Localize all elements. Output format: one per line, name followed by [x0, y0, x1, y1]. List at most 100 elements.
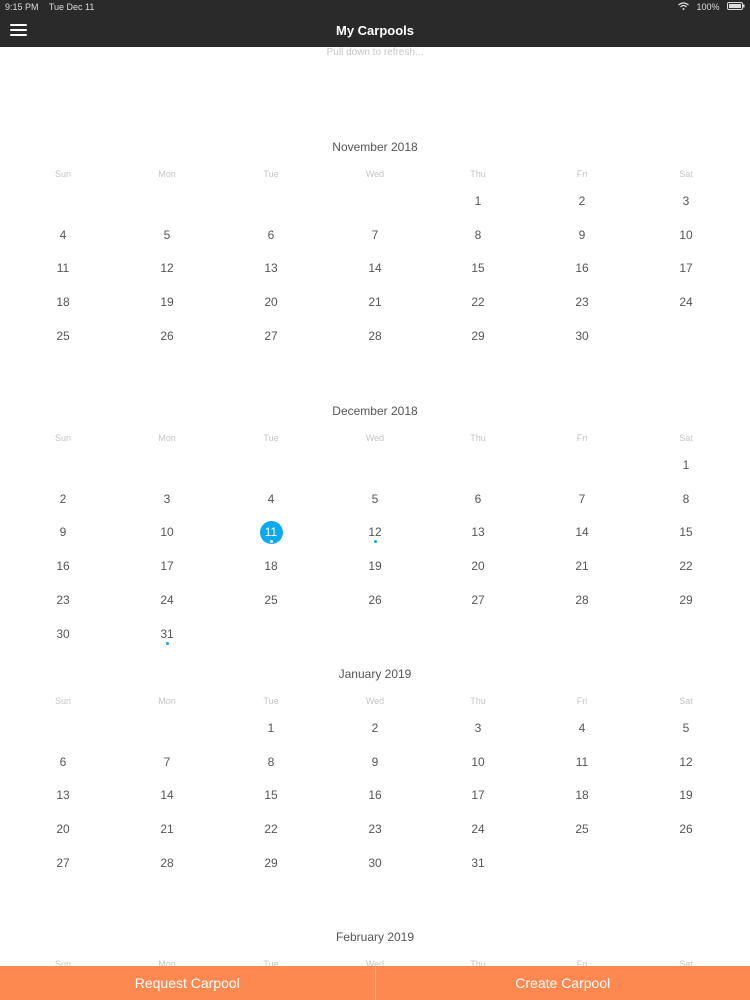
calendar-day[interactable]: 9: [355, 752, 395, 772]
calendar-day[interactable]: 16: [562, 258, 602, 278]
calendar-day[interactable]: 16: [43, 556, 83, 576]
calendar-day[interactable]: 30: [43, 624, 83, 644]
calendar-day[interactable]: 2: [355, 718, 395, 738]
weekday-label: Wed: [365, 433, 385, 443]
calendar-day[interactable]: 29: [251, 853, 291, 873]
weekday-label: Fri: [576, 696, 588, 706]
calendar-day[interactable]: 20: [43, 819, 83, 839]
calendar-day[interactable]: 23: [562, 292, 602, 312]
calendar-day[interactable]: 23: [43, 590, 83, 610]
calendar-day[interactable]: 18: [251, 556, 291, 576]
calendar-day[interactable]: 11: [43, 258, 83, 278]
calendar-day[interactable]: 28: [147, 853, 187, 873]
calendar-day[interactable]: 22: [251, 819, 291, 839]
calendar-day[interactable]: 6: [251, 225, 291, 245]
calendar-day[interactable]: 30: [355, 853, 395, 873]
calendar-day[interactable]: 7: [562, 489, 602, 509]
calendar-day[interactable]: 20: [251, 292, 291, 312]
calendar-day[interactable]: 14: [355, 258, 395, 278]
calendar-day[interactable]: 18: [43, 292, 83, 312]
calendar-day[interactable]: 31: [458, 853, 498, 873]
calendar-day[interactable]: 17: [147, 556, 187, 576]
calendar-day[interactable]: 8: [458, 225, 498, 245]
weekday-label: Tue: [263, 433, 279, 443]
calendar-day[interactable]: 21: [355, 292, 395, 312]
calendar-day[interactable]: 21: [562, 556, 602, 576]
calendar-day[interactable]: 13: [458, 522, 498, 542]
calendar-day[interactable]: 1: [251, 718, 291, 738]
calendar-day[interactable]: 28: [562, 590, 602, 610]
calendar-day[interactable]: 31: [147, 624, 187, 644]
calendar-day[interactable]: 17: [458, 785, 498, 805]
calendar-day[interactable]: 26: [666, 819, 706, 839]
calendar-day[interactable]: 21: [147, 819, 187, 839]
request-carpool-button[interactable]: Request Carpool: [0, 966, 375, 1000]
calendar-day[interactable]: 2: [43, 489, 83, 509]
calendar-day[interactable]: 1: [458, 191, 498, 211]
calendar-day[interactable]: 12: [147, 258, 187, 278]
calendar-day[interactable]: 13: [251, 258, 291, 278]
calendar-day[interactable]: 5: [666, 718, 706, 738]
calendar-day[interactable]: 15: [251, 785, 291, 805]
calendar-day[interactable]: 2: [562, 191, 602, 211]
calendar-day[interactable]: 3: [147, 489, 187, 509]
calendar-day[interactable]: 26: [147, 326, 187, 346]
calendar-day[interactable]: 10: [458, 752, 498, 772]
calendar-day[interactable]: 4: [562, 718, 602, 738]
calendar-day[interactable]: 5: [355, 489, 395, 509]
calendar-day[interactable]: 15: [666, 522, 706, 542]
calendar-day[interactable]: 24: [666, 292, 706, 312]
calendar-day[interactable]: 7: [147, 752, 187, 772]
calendar-day[interactable]: 8: [666, 489, 706, 509]
calendar-day[interactable]: 4: [251, 489, 291, 509]
calendar-day[interactable]: 25: [562, 819, 602, 839]
calendar-day[interactable]: 24: [147, 590, 187, 610]
calendar-day[interactable]: 12: [666, 752, 706, 772]
calendar-day[interactable]: 27: [251, 326, 291, 346]
calendar-day[interactable]: 10: [147, 522, 187, 542]
calendar-day[interactable]: 9: [562, 225, 602, 245]
calendar-day[interactable]: 14: [147, 785, 187, 805]
calendar-day[interactable]: 11: [562, 752, 602, 772]
weekday-label: Sat: [679, 433, 693, 443]
calendar-day[interactable]: 7: [355, 225, 395, 245]
weekday-label: Mon: [158, 169, 176, 179]
calendar-day[interactable]: 23: [355, 819, 395, 839]
calendar-day[interactable]: 16: [355, 785, 395, 805]
calendar-scroll[interactable]: November 2018 Sun Mon Tue Wed Thu Fri Sat 1 2 3 4 5 6…: [0, 0, 750, 1000]
calendar-day[interactable]: 19: [666, 785, 706, 805]
calendar-day[interactable]: 12: [355, 522, 395, 542]
calendar-day[interactable]: 15: [458, 258, 498, 278]
calendar-day[interactable]: 19: [355, 556, 395, 576]
calendar-day[interactable]: 25: [251, 590, 291, 610]
calendar-day[interactable]: 3: [458, 718, 498, 738]
calendar-day[interactable]: 20: [458, 556, 498, 576]
calendar-day[interactable]: 18: [562, 785, 602, 805]
calendar-day[interactable]: 26: [355, 590, 395, 610]
calendar-day[interactable]: 5: [147, 225, 187, 245]
calendar-day[interactable]: 30: [562, 326, 602, 346]
calendar-day[interactable]: 10: [666, 225, 706, 245]
calendar-day[interactable]: 25: [43, 326, 83, 346]
calendar-day[interactable]: 6: [43, 752, 83, 772]
calendar-day[interactable]: 28: [355, 326, 395, 346]
calendar-day[interactable]: 14: [562, 522, 602, 542]
weekday-label: Thu: [470, 169, 486, 179]
calendar-day[interactable]: 29: [666, 590, 706, 610]
calendar-day[interactable]: 3: [666, 191, 706, 211]
calendar-day[interactable]: 24: [458, 819, 498, 839]
calendar-day[interactable]: 27: [43, 853, 83, 873]
calendar-day[interactable]: 13: [43, 785, 83, 805]
calendar-day[interactable]: 29: [458, 326, 498, 346]
calendar-day[interactable]: 1: [666, 455, 706, 475]
calendar-day[interactable]: 22: [666, 556, 706, 576]
calendar-day[interactable]: 19: [147, 292, 187, 312]
calendar-day[interactable]: 27: [458, 590, 498, 610]
create-carpool-button[interactable]: Create Carpool: [376, 966, 750, 1000]
calendar-day[interactable]: 6: [458, 489, 498, 509]
calendar-day[interactable]: 22: [458, 292, 498, 312]
calendar-day[interactable]: 4: [43, 225, 83, 245]
calendar-day[interactable]: 17: [666, 258, 706, 278]
calendar-day[interactable]: 9: [43, 522, 83, 542]
calendar-day[interactable]: 8: [251, 752, 291, 772]
